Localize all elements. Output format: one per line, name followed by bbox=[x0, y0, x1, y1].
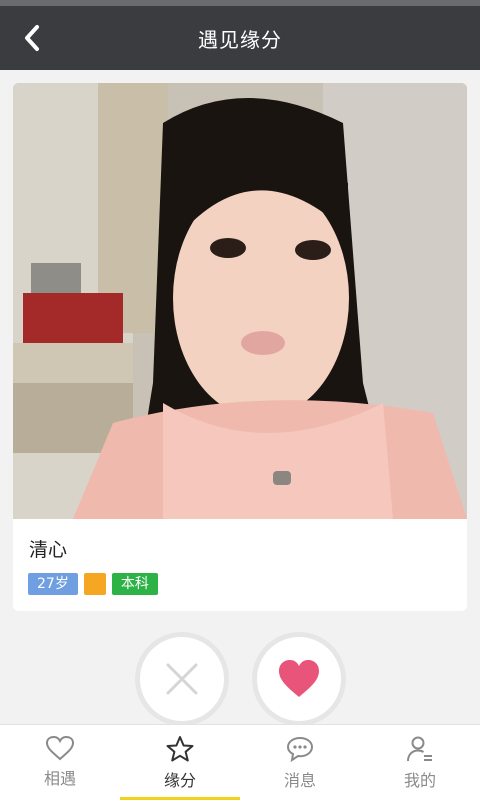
top-bar: 遇见缘分 bbox=[0, 0, 480, 70]
profile-name: 清心 bbox=[29, 539, 68, 561]
bottom-tab-bar: 相遇 缘分 消息 我的 bbox=[0, 724, 480, 800]
user-icon bbox=[407, 736, 432, 762]
dislike-button[interactable] bbox=[135, 632, 229, 726]
profile-card[interactable]: 清心 27岁 本科 bbox=[13, 83, 467, 611]
heart-outline-icon bbox=[45, 735, 75, 761]
star-icon bbox=[166, 736, 194, 762]
page-title: 遇见缘分 bbox=[198, 28, 282, 52]
heart-icon bbox=[279, 660, 319, 697]
chat-bubble-icon bbox=[286, 736, 314, 763]
like-button[interactable] bbox=[252, 632, 346, 726]
profile-tags: 27岁 本科 bbox=[28, 573, 158, 595]
close-icon bbox=[166, 663, 198, 695]
tab-fate[interactable]: 缘分 bbox=[120, 725, 240, 800]
education-tag: 本科 bbox=[111, 573, 158, 595]
profile-photo[interactable] bbox=[13, 83, 467, 519]
tab-encounter[interactable]: 相遇 bbox=[0, 725, 120, 800]
tab-label: 缘分 bbox=[163, 771, 196, 790]
zodiac-badge bbox=[83, 573, 106, 595]
tab-label: 消息 bbox=[283, 771, 316, 790]
age-tag: 27岁 bbox=[28, 573, 78, 595]
tab-label: 相遇 bbox=[43, 769, 76, 788]
profile-photo-image bbox=[13, 83, 467, 519]
tab-mine[interactable]: 我的 bbox=[360, 725, 480, 800]
tab-label: 我的 bbox=[403, 771, 436, 790]
tab-messages[interactable]: 消息 bbox=[240, 725, 360, 800]
